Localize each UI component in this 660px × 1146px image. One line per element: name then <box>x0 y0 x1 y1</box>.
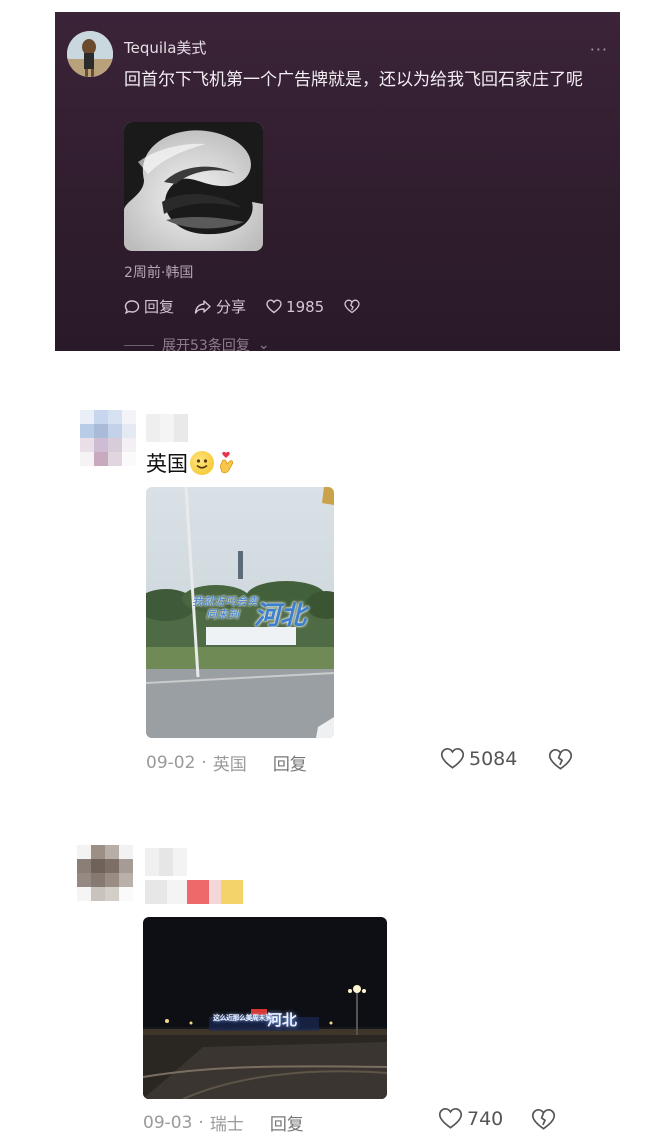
username-pixelated[interactable] <box>146 414 188 442</box>
dislike-button[interactable] <box>548 748 573 775</box>
comment-text: 英国 <box>146 448 238 478</box>
chevron-down-icon: ⌄ <box>257 337 270 351</box>
like-button[interactable]: 1985 <box>266 298 324 316</box>
comment-location: 瑞士 <box>209 1115 244 1135</box>
divider <box>124 344 154 346</box>
share-arrow-icon <box>194 299 211 314</box>
sticker-image[interactable] <box>124 122 263 251</box>
billboard-text: 我就近吗会卖 同来到 <box>192 595 258 621</box>
username[interactable]: Tequila美式 <box>124 37 206 58</box>
billboard-text: 这么近那么美周末到 <box>213 1014 272 1023</box>
comment-text-label: 英国 <box>146 452 188 476</box>
smile-emoji-icon <box>190 451 214 475</box>
billboard-big-text: 河北 <box>267 1011 298 1029</box>
share-button[interactable]: 分享 <box>194 296 246 317</box>
action-bar: 回复 分享 1985 <box>124 296 380 317</box>
reply-button[interactable]: 回复 <box>273 750 307 775</box>
broken-heart-icon <box>344 299 360 314</box>
expand-replies-link[interactable]: 展开53条回复 ⌄ <box>124 335 270 351</box>
top-comment-card: Tequila美式 ··· 回首尔下飞机第一个广告牌就是，还以为给我飞回石家庄了… <box>55 12 620 351</box>
broken-heart-icon <box>531 1108 556 1130</box>
heart-icon <box>266 299 282 314</box>
avatar[interactable] <box>67 31 113 77</box>
like-count: 1985 <box>286 297 325 316</box>
billboard-line1: 我就近吗会卖 <box>192 595 258 608</box>
comment-location: 英国 <box>212 755 247 775</box>
broken-heart-icon <box>548 748 573 770</box>
reply-button[interactable]: 回复 <box>270 1110 304 1135</box>
avatar[interactable] <box>80 410 136 466</box>
expand-label: 展开53条回复 <box>162 338 250 351</box>
billboard-line2: 同来到 <box>206 608 239 621</box>
video-thumbnail[interactable]: 我就近吗会卖 同来到 河北 <box>146 487 334 738</box>
comment-meta: 09-02 · 英国 回复 <box>146 750 307 776</box>
like-count: 5084 <box>469 747 518 770</box>
dislike-button[interactable] <box>531 1108 556 1135</box>
comment-bubble-icon <box>124 299 140 314</box>
like-button[interactable]: 5084 <box>440 747 517 770</box>
username-pixelated[interactable] <box>145 848 187 876</box>
heart-icon <box>440 747 465 769</box>
share-label: 分享 <box>216 298 247 316</box>
like-count: 740 <box>467 1107 504 1130</box>
billboard-big-text: 河北 <box>254 601 307 631</box>
comment-meta: 2周前·韩国 <box>124 265 194 281</box>
reply-button[interactable]: 回复 <box>124 296 174 317</box>
reply-label: 回复 <box>144 298 175 316</box>
avatar[interactable] <box>77 845 133 901</box>
more-dots-icon[interactable]: ··· <box>590 40 608 59</box>
dislike-button[interactable] <box>344 299 360 314</box>
video-thumbnail[interactable]: 这么近那么美周末到 河北 <box>143 917 387 1099</box>
like-button[interactable]: 740 <box>438 1107 503 1130</box>
billboard-line1: 这么近那么美周末到 <box>213 1014 272 1022</box>
finger-heart-emoji-icon <box>216 450 238 476</box>
comment-text: 回首尔下飞机第一个广告牌就是，还以为给我飞回石家庄了呢 <box>124 70 583 90</box>
comment-date: 09-03 <box>143 1112 193 1133</box>
comment-date: 09-02 <box>146 752 196 773</box>
comment-text-pixelated <box>145 880 243 904</box>
comment-meta: 09-03 · 瑞士 回复 <box>143 1110 304 1136</box>
heart-icon <box>438 1107 463 1129</box>
